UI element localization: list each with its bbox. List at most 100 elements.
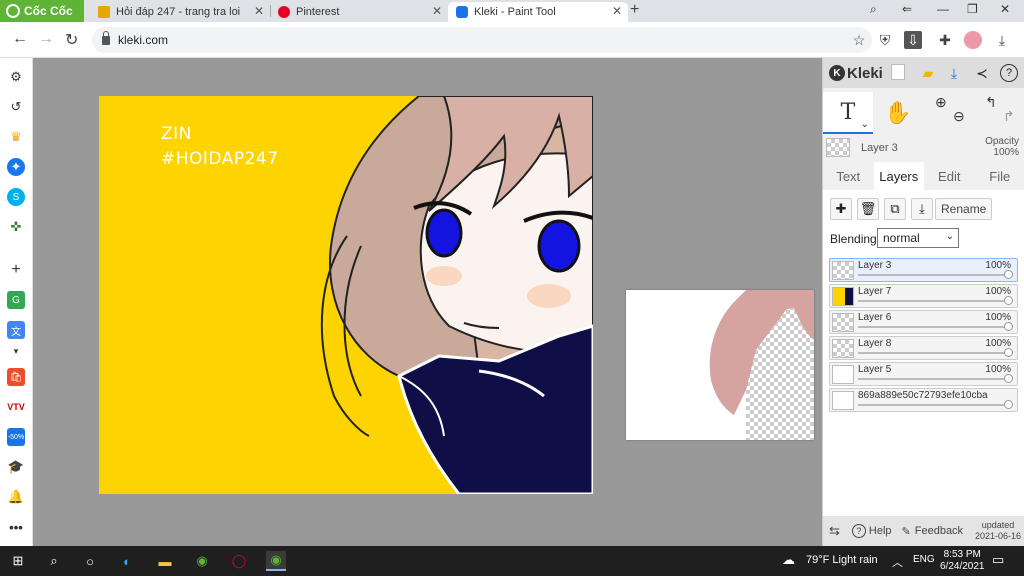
restore-icon[interactable]: ❐ xyxy=(967,2,978,16)
downloads-tray-icon[interactable]: ⤓ xyxy=(993,31,1011,49)
new-tab-button[interactable]: + xyxy=(630,1,639,19)
add-shortcut-icon[interactable]: + xyxy=(7,261,25,279)
delete-layer-button[interactable]: 🗑 xyxy=(857,198,879,220)
shopee-icon[interactable]: 🛍 xyxy=(7,368,25,386)
slider-knob[interactable] xyxy=(1004,374,1013,383)
open-folder-icon[interactable]: ▰ xyxy=(919,64,937,82)
tab-hoidap[interactable]: Hỏi đáp 247 - trang tra loi ✕ xyxy=(90,2,270,22)
language-indicator[interactable]: ENG xyxy=(913,554,935,565)
opacity-readout[interactable]: Opacity 100% xyxy=(985,136,1019,158)
download-icon[interactable]: ⇩ xyxy=(904,31,922,49)
chevron-down-icon[interactable]: ▾ xyxy=(7,342,25,360)
zoom-buttons[interactable]: ⊕ ⊖ xyxy=(925,92,975,134)
layer-opacity-slider[interactable] xyxy=(858,322,1013,331)
merge-down-button[interactable]: ⤓ xyxy=(911,198,933,220)
swap-side-icon[interactable]: ⇆ xyxy=(829,523,840,539)
history-icon[interactable]: ↺ xyxy=(7,98,25,116)
skype-icon[interactable]: S xyxy=(7,188,25,206)
address-input[interactable]: kleki.com xyxy=(92,27,872,53)
bookmark-star-icon[interactable]: ☆ xyxy=(850,31,868,49)
tab-file[interactable]: File xyxy=(975,162,1024,190)
undo-redo-buttons[interactable]: ↰ ↱ xyxy=(975,92,1024,134)
game-controller-icon[interactable]: ✜ xyxy=(7,218,25,236)
shield-icon[interactable]: ⛨ xyxy=(876,31,894,49)
tab-text[interactable]: Text xyxy=(823,162,874,190)
help-circle-icon[interactable]: ? xyxy=(851,524,866,538)
slider-knob[interactable] xyxy=(1004,348,1013,357)
task-view-icon[interactable]: ○ xyxy=(80,551,100,571)
slider-knob[interactable] xyxy=(1004,270,1013,279)
tab-layers[interactable]: Layers xyxy=(873,162,924,190)
messenger-icon[interactable]: ✦ xyxy=(7,158,25,176)
windows-start-icon[interactable]: ⊞ xyxy=(8,551,28,571)
tab-kleki[interactable]: Kleki - Paint Tool ✕ xyxy=(448,2,628,22)
layer-row[interactable]: Layer 3 100% xyxy=(829,258,1018,282)
coccoc-active-icon[interactable]: ◉ xyxy=(266,551,286,571)
profile-avatar-icon[interactable] xyxy=(964,31,982,49)
opera-icon[interactable]: ◯ xyxy=(229,551,249,571)
graduation-cap-icon[interactable]: 🎓 xyxy=(7,458,25,476)
duplicate-layer-button[interactable]: ⧉ xyxy=(884,198,906,220)
coccoc-menu-button[interactable]: Cốc Cốc xyxy=(0,0,84,22)
layer-row[interactable]: Layer 8 100% xyxy=(829,336,1018,360)
add-layer-button[interactable]: ✚ xyxy=(830,198,852,220)
back-history-icon[interactable]: ⇐ xyxy=(902,2,912,16)
vtv-icon[interactable]: VTV xyxy=(7,398,25,416)
close-tab-icon[interactable]: ✕ xyxy=(254,4,264,18)
slider-knob[interactable] xyxy=(1004,400,1013,409)
rename-layer-button[interactable]: Rename xyxy=(935,198,993,220)
more-icon[interactable]: ••• xyxy=(7,518,25,536)
edge-icon[interactable]: ◐ xyxy=(117,551,137,571)
notification-bell-icon[interactable]: 🔔 xyxy=(7,488,25,506)
feedback-link[interactable]: Feedback xyxy=(915,525,963,537)
translate-icon[interactable]: 文 xyxy=(7,321,25,339)
forward-icon[interactable]: → xyxy=(38,30,54,48)
google-sheets-icon[interactable]: G xyxy=(7,291,25,309)
text-tool-button[interactable]: T ⌄ xyxy=(823,92,873,134)
layer-opacity-slider[interactable] xyxy=(858,270,1013,279)
save-download-icon[interactable]: ⤓ xyxy=(945,64,963,82)
chevron-down-icon[interactable]: ⌄ xyxy=(861,119,869,130)
layer-opacity-slider[interactable] xyxy=(858,348,1013,357)
extensions-puzzle-icon[interactable]: ✚ xyxy=(936,31,954,49)
weather-text[interactable]: 79°F Light rain xyxy=(806,554,878,566)
help-link[interactable]: Help xyxy=(869,525,892,537)
zoom-in-icon[interactable]: ⊕ xyxy=(935,94,947,111)
settings-gear-icon[interactable]: ⚙ xyxy=(7,68,25,86)
crown-icon[interactable]: ♛ xyxy=(7,128,25,146)
back-icon[interactable]: ← xyxy=(12,30,28,48)
new-image-icon[interactable] xyxy=(891,64,905,80)
redo-icon[interactable]: ↱ xyxy=(1003,108,1015,125)
zoom-out-icon[interactable]: ⊖ xyxy=(953,108,965,125)
hand-tool-button[interactable]: ✋ xyxy=(873,92,923,134)
screenshot-icon[interactable]: ⌕ xyxy=(870,2,877,17)
close-tab-icon[interactable]: ✕ xyxy=(432,4,442,18)
search-icon[interactable]: ⌕ xyxy=(44,551,64,571)
help-icon[interactable]: ? xyxy=(1000,64,1018,82)
slider-knob[interactable] xyxy=(1004,322,1013,331)
layer-row[interactable]: Layer 5 100% xyxy=(829,362,1018,386)
layer-row[interactable]: Layer 6 100% xyxy=(829,310,1018,334)
tab-pinterest[interactable]: Pinterest ✕ xyxy=(270,2,448,22)
layer-opacity-slider[interactable] xyxy=(858,400,1013,409)
notification-center-icon[interactable]: ▭ xyxy=(992,552,1004,568)
layer-opacity-slider[interactable] xyxy=(858,374,1013,383)
file-explorer-icon[interactable]: ▬ xyxy=(155,551,175,571)
slider-knob[interactable] xyxy=(1004,296,1013,305)
minimize-icon[interactable]: — xyxy=(937,2,949,16)
reload-icon[interactable]: ↻ xyxy=(65,30,78,50)
kleki-logo[interactable]: K Kleki xyxy=(829,65,883,82)
close-window-icon[interactable]: ✕ xyxy=(1000,2,1010,16)
clock[interactable]: 8:53 PM 6/24/2021 xyxy=(940,549,985,573)
layer-row[interactable]: Layer 7 100% xyxy=(829,284,1018,308)
close-tab-icon[interactable]: ✕ xyxy=(612,4,622,18)
tab-edit[interactable]: Edit xyxy=(924,162,975,190)
canvas-workspace[interactable]: ZIN #HOIDAP247 xyxy=(33,58,822,546)
blending-mode-select[interactable]: normal ⌄ xyxy=(877,228,959,248)
coccoc-taskbar-icon[interactable]: ◉ xyxy=(192,551,212,571)
share-icon[interactable]: ≺ xyxy=(973,64,991,82)
layer-opacity-slider[interactable] xyxy=(858,296,1013,305)
tray-chevron-up-icon[interactable]: ︿ xyxy=(892,554,903,570)
undo-icon[interactable]: ↰ xyxy=(985,94,997,111)
layer-row[interactable]: 869a889e50c72793efe10cba xyxy=(829,388,1018,412)
